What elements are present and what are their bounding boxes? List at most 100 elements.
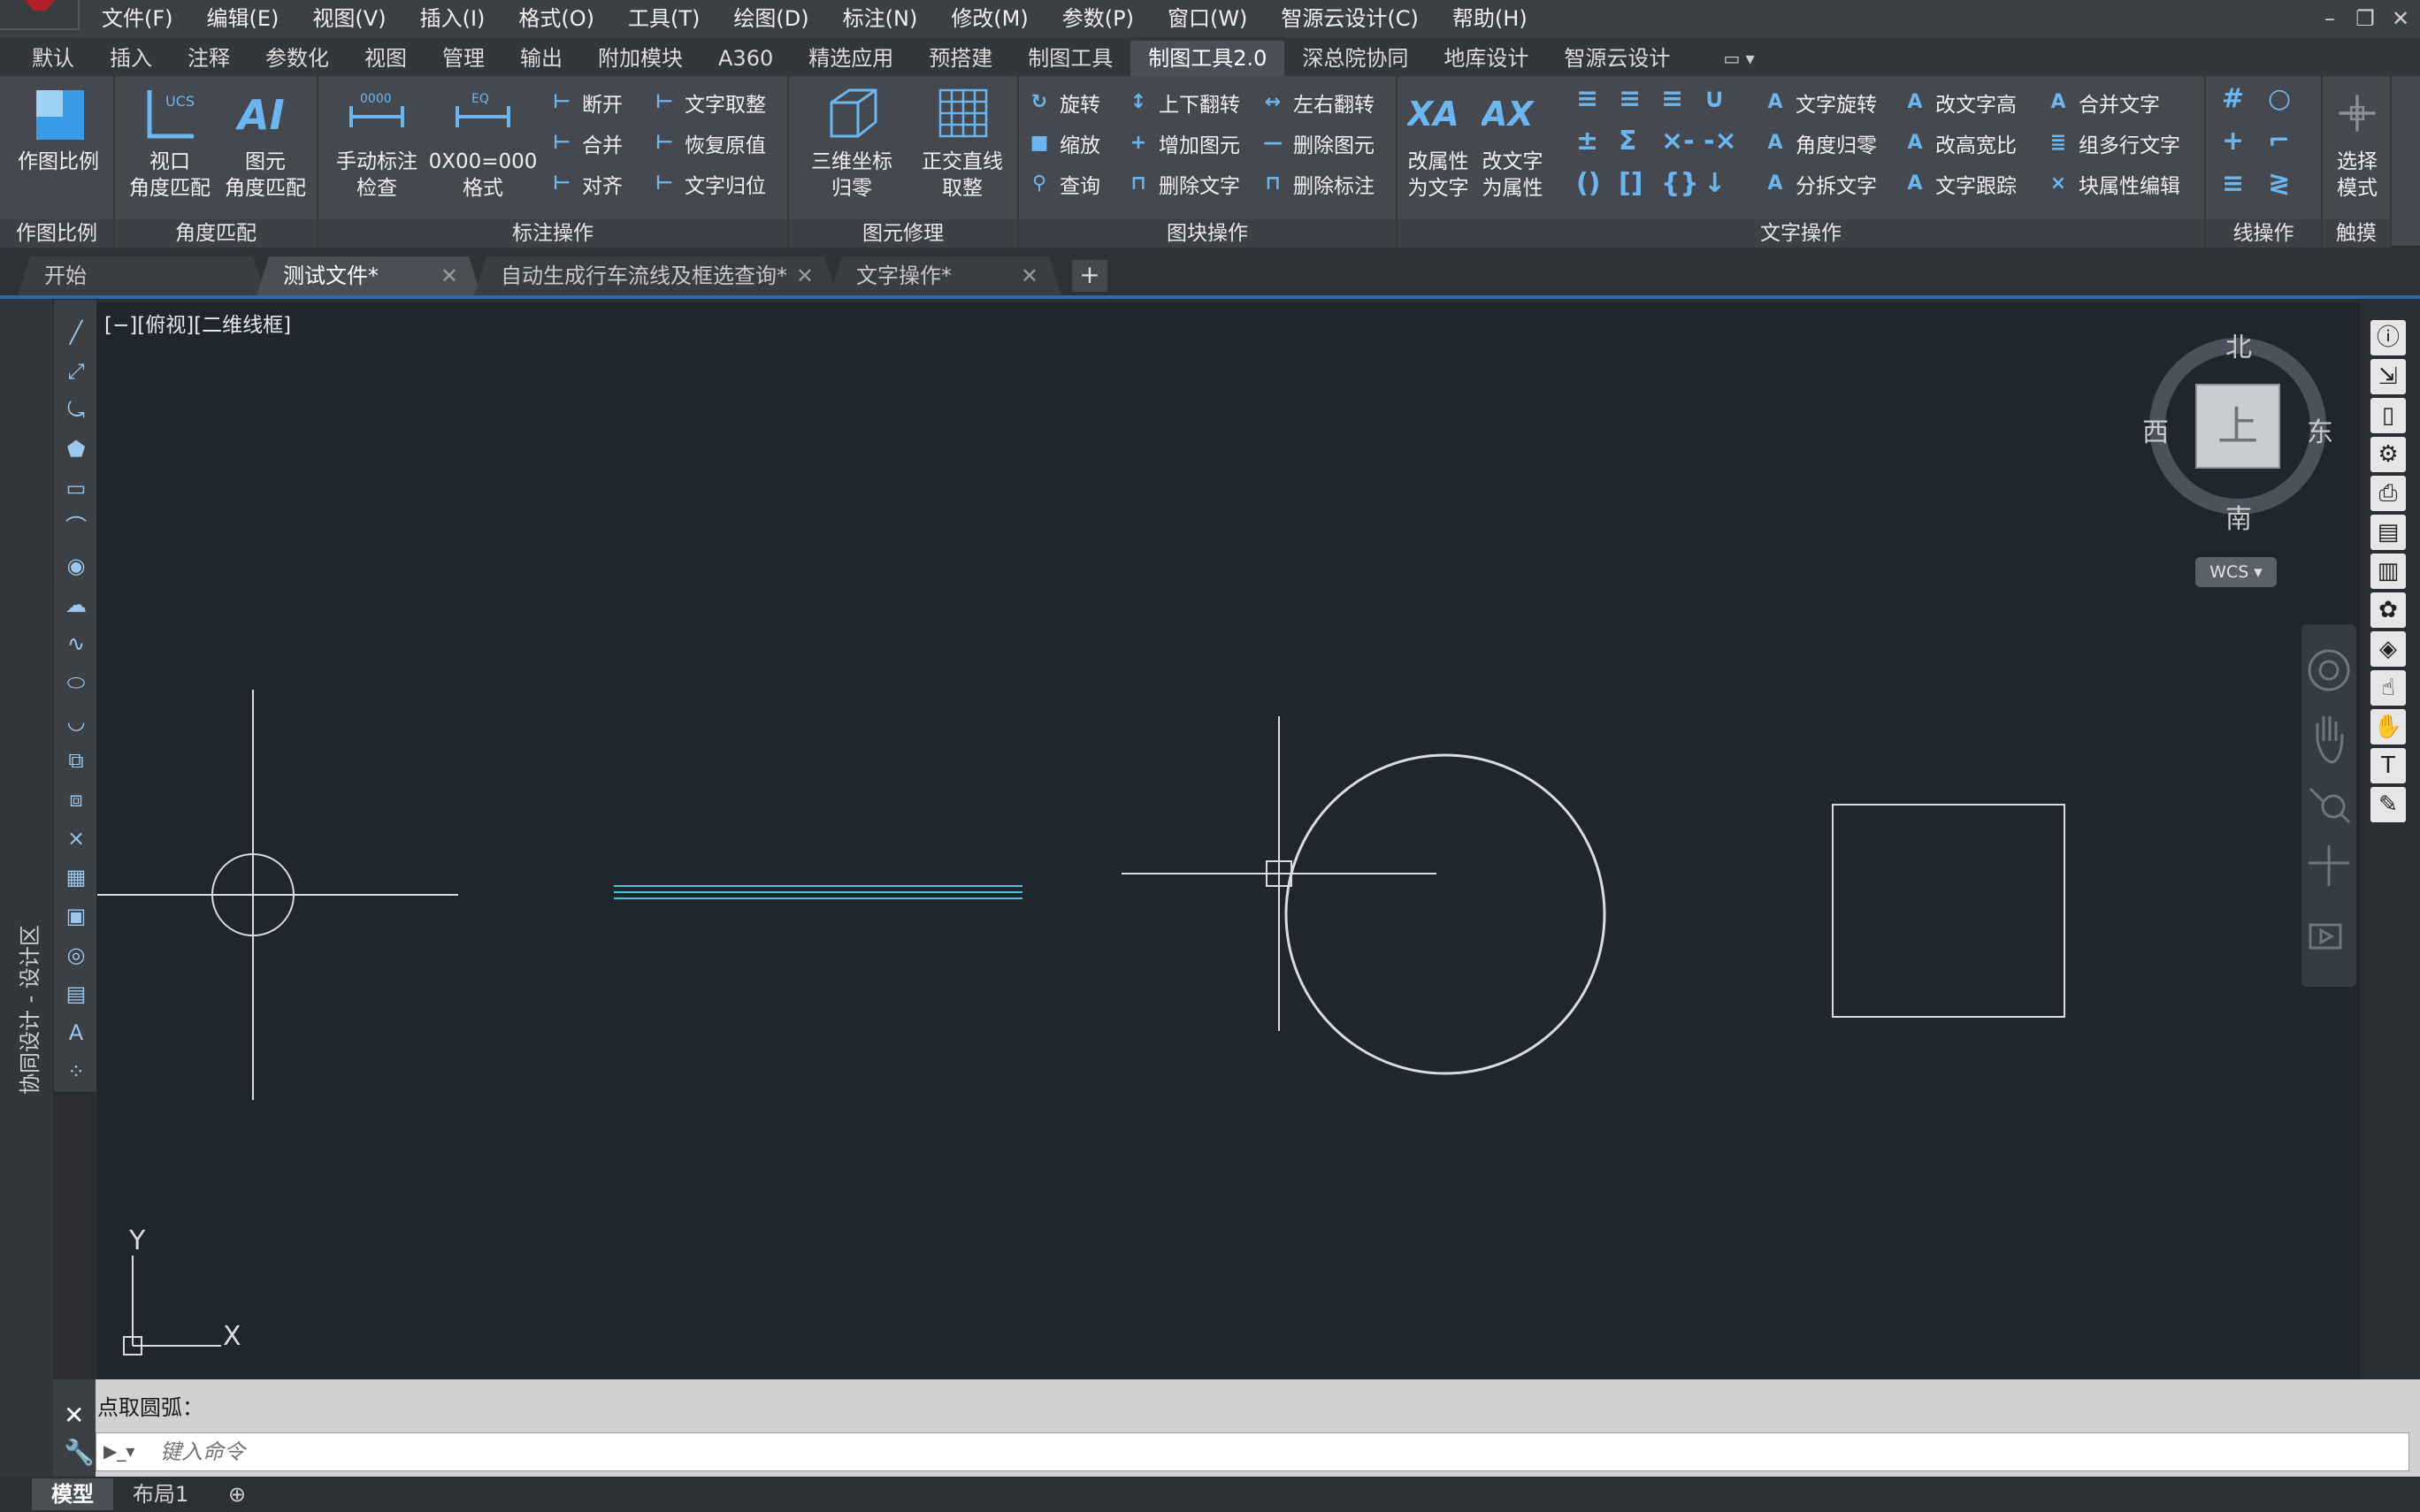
align-left-icon[interactable]: ≡	[1576, 83, 1598, 114]
delete-text-button[interactable]: ⊓ 删除文字	[1127, 168, 1240, 200]
close-tab-icon[interactable]: ✕	[796, 256, 814, 295]
menu-dimension[interactable]: 标注(N)	[826, 0, 935, 37]
showmotion-icon[interactable]	[2309, 923, 2342, 950]
restore-icon[interactable]: ❐	[2355, 6, 2376, 31]
sort-icon[interactable]: ↓	[1704, 168, 1726, 199]
ribbon-tab-output[interactable]: 输出	[502, 41, 580, 76]
compass-east[interactable]: 东	[2307, 410, 2333, 449]
plot-icon[interactable]: ⎙	[2370, 476, 2406, 511]
block-rotate-button[interactable]: ↻ 旋转	[1028, 87, 1100, 118]
compass-south[interactable]: 南	[2225, 497, 2252, 536]
delete-entity-button[interactable]: — 删除图元	[1261, 127, 1375, 159]
hand-icon[interactable]: ☝	[2370, 670, 2406, 706]
arc-icon[interactable]: ⌒	[63, 514, 89, 540]
spline-icon[interactable]: ∿	[63, 630, 89, 657]
ribbon-tab-collab[interactable]: 深总院协同	[1284, 41, 1426, 76]
line-tool-1-icon[interactable]: #	[2222, 83, 2244, 114]
compass-north[interactable]: 北	[2225, 325, 2252, 364]
ribbon-tab-a360[interactable]: A360	[701, 41, 791, 76]
construction-line-icon[interactable]: ⤢	[63, 358, 89, 385]
align-center-icon[interactable]: ≡	[1619, 83, 1641, 114]
collab-design-panel-label[interactable]: 协同设计 - 设计区	[12, 925, 43, 1095]
ribbon-tab-view[interactable]: 视图	[347, 41, 425, 76]
menu-parametric[interactable]: 参数(P)	[1045, 0, 1151, 37]
orbit-icon[interactable]	[2309, 845, 2349, 886]
select-mode-button[interactable]: 选择 模式	[2326, 81, 2388, 202]
properties-icon[interactable]: ⓘ	[2370, 320, 2406, 355]
close-tab-icon[interactable]: ✕	[1021, 256, 1038, 295]
text-to-attr-button[interactable]: AX 改文字 为属性	[1475, 81, 1550, 202]
layout-tab-model[interactable]: 模型	[32, 1478, 113, 1510]
ribbon-tab-annotate[interactable]: 注释	[170, 41, 248, 76]
ellipse-icon[interactable]: ⬭	[63, 669, 89, 696]
ellipse-arc-icon[interactable]: ◡	[63, 708, 89, 735]
flip-horizontal-button[interactable]: ↔ 左右翻转	[1261, 87, 1375, 118]
ribbon-tab-garage[interactable]: 地库设计	[1426, 41, 1546, 76]
close-icon[interactable]: ✕	[2390, 6, 2411, 31]
line-tool-2-icon[interactable]: ○	[2268, 83, 2291, 114]
entity-angle-button[interactable]: AI 图元 角度匹配	[219, 81, 311, 202]
line-tool-3-icon[interactable]: +	[2222, 126, 2244, 157]
scale-button[interactable]: 作图比例	[12, 81, 104, 175]
ribbon-tab-addons[interactable]: 附加模块	[580, 41, 701, 76]
ribbon-tab-default[interactable]: 默认	[14, 41, 92, 76]
rectangle-icon[interactable]: ▭	[63, 475, 89, 501]
command-close-icon[interactable]: ✕	[64, 1401, 84, 1430]
doc-tab-text-ops[interactable]: 文字操作* ✕	[830, 256, 1061, 295]
new-tab-button[interactable]: +	[1072, 260, 1107, 292]
text-style-icon[interactable]: T	[2370, 748, 2406, 783]
line-tool-5-icon[interactable]: ≡	[2222, 168, 2244, 199]
command-customize-icon[interactable]: 🔧	[64, 1438, 95, 1467]
menu-insert[interactable]: 插入(I)	[403, 0, 502, 37]
add-layout-button[interactable]: ⊕	[209, 1478, 265, 1510]
underline-icon[interactable]: ∪	[1704, 83, 1725, 114]
ribbon-tab-parametric[interactable]: 参数化	[248, 41, 347, 76]
text-home-button[interactable]: ⊢ 文字归位	[653, 168, 766, 200]
viewport-angle-button[interactable]: UCS 视口 角度匹配	[124, 81, 216, 202]
line-tool-4-icon[interactable]: ⌐	[2268, 126, 2290, 157]
menu-help[interactable]: 帮助(H)	[1436, 0, 1544, 37]
doc-tab-start[interactable]: 开始	[18, 256, 265, 295]
doc-tab-auto-flow[interactable]: 自动生成行车流线及框选查询* ✕	[474, 256, 837, 295]
app-logo-button[interactable]	[0, 0, 80, 30]
region-icon[interactable]: ◎	[63, 942, 89, 968]
add-selected-icon[interactable]: ⁘	[63, 1058, 89, 1085]
ribbon-options-icon[interactable]: ▭ ▾	[1723, 41, 1754, 76]
doc-tab-test-file[interactable]: 测试文件* ✕	[257, 256, 481, 295]
mtext-group-button[interactable]: ≣ 组多行文字	[2047, 127, 2180, 159]
block-query-button[interactable]: ⚲ 查询	[1028, 168, 1100, 200]
compass-west[interactable]: 西	[2142, 410, 2169, 449]
tool-palette-icon[interactable]: ▥	[2370, 554, 2406, 589]
menu-view[interactable]: 视图(V)	[295, 0, 402, 37]
ribbon-tab-drawing-tools-2[interactable]: 制图工具2.0	[1130, 41, 1285, 76]
restore-value-button[interactable]: ⊢ 恢复原值	[653, 127, 766, 159]
viewcube[interactable]: 上 北 南 东 西 WCS ▾	[2140, 325, 2335, 608]
pen-icon[interactable]: ✎	[2370, 787, 2406, 822]
command-input[interactable]	[160, 1433, 2371, 1470]
line-icon[interactable]: ╱	[63, 319, 89, 346]
ortho-round-button[interactable]: 正交直线 取整	[911, 81, 1014, 202]
ribbon-tab-prebuild[interactable]: 预搭建	[911, 41, 1010, 76]
insert-block-icon[interactable]: ⧉	[63, 747, 89, 774]
attr-to-text-button[interactable]: XA 改属性 为文字	[1401, 81, 1475, 202]
drawing-canvas[interactable]	[97, 302, 2360, 1379]
touch-icon[interactable]: ✋	[2370, 709, 2406, 745]
mtext-icon[interactable]: A	[63, 1019, 89, 1046]
menu-format[interactable]: 格式(O)	[502, 0, 611, 37]
add-entity-button[interactable]: + 增加图元	[1127, 127, 1240, 159]
ribbon-tab-insert[interactable]: 插入	[92, 41, 170, 76]
flip-vertical-button[interactable]: ↕ 上下翻转	[1127, 87, 1240, 118]
layer-state-icon[interactable]: ▤	[2370, 515, 2406, 550]
zoom-icon[interactable]	[2321, 794, 2346, 819]
menu-cloud-design[interactable]: 智源云设计(C)	[1264, 0, 1435, 37]
line-tool-6-icon[interactable]: ≷	[2268, 168, 2290, 199]
menu-modify[interactable]: 修改(M)	[934, 0, 1045, 37]
polygon-icon[interactable]: ⬟	[63, 436, 89, 462]
export-icon[interactable]: ⇲	[2370, 359, 2406, 394]
design-center-icon[interactable]: ⚙	[2370, 437, 2406, 472]
braces-icon[interactable]: {}	[1661, 168, 1699, 199]
text-rotate-button[interactable]: A 文字旋转	[1764, 87, 1877, 118]
minimize-icon[interactable]: –	[2319, 6, 2340, 31]
delete-dim-button[interactable]: ⊓ 删除标注	[1261, 168, 1375, 200]
menu-window[interactable]: 窗口(W)	[1151, 0, 1264, 37]
